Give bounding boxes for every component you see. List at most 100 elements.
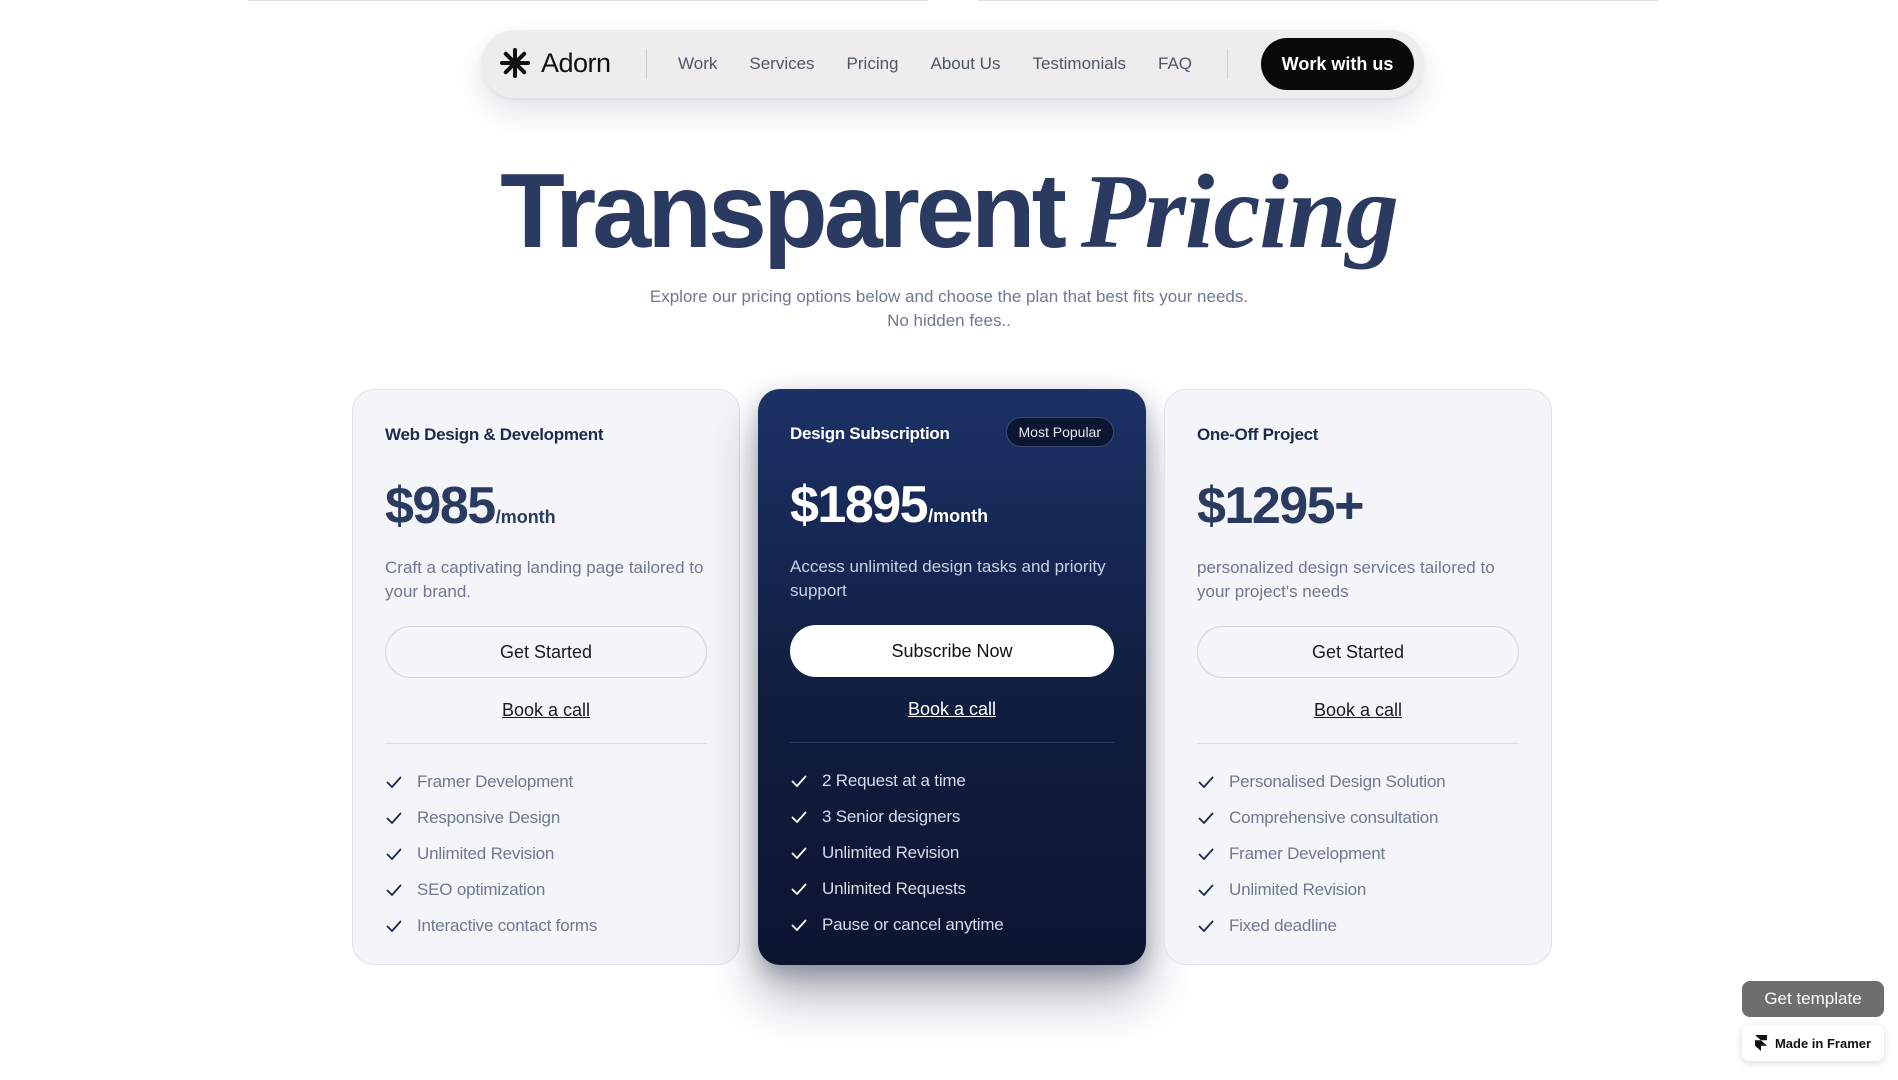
nav-link-faq[interactable]: FAQ xyxy=(1158,54,1192,74)
plan-description: Access unlimited design tasks and priori… xyxy=(790,557,1106,600)
feature-label: Fixed deadline xyxy=(1229,916,1337,935)
book-a-call-link[interactable]: Book a call xyxy=(502,700,590,720)
subtitle-line: Explore our pricing options below and ch… xyxy=(649,287,1249,306)
feature-item: Unlimited Revision xyxy=(385,836,707,872)
feature-item: Unlimited Revision xyxy=(790,835,1114,871)
check-icon xyxy=(1198,884,1214,896)
check-icon xyxy=(1198,848,1214,860)
page-title-main: Transparent xyxy=(500,152,1067,270)
nav-links: Work Services Pricing About Us Testimoni… xyxy=(678,30,1224,98)
asterisk-logo-icon xyxy=(500,48,530,78)
feature-label: Responsive Design xyxy=(417,808,561,827)
pricing-card-web-design: Web Design & Development $985 /month Cra… xyxy=(352,389,740,965)
feature-item: 3 Senior designers xyxy=(790,799,1114,835)
plan-period: /month xyxy=(495,507,556,527)
feature-item: 2 Request at a time xyxy=(790,763,1114,799)
feature-label: Framer Development xyxy=(417,772,574,791)
feature-label: Pause or cancel anytime xyxy=(822,915,1004,934)
card-divider xyxy=(790,742,1114,743)
feature-item: Comprehensive consultation xyxy=(1197,800,1519,836)
feature-label: 3 Senior designers xyxy=(822,807,961,826)
plan-title: One-Off Project xyxy=(1197,425,1319,444)
feature-item: SEO optimization xyxy=(385,872,707,908)
navbar: Adorn Work Services Pricing About Us Tes… xyxy=(481,30,1424,98)
plan-price: $985 xyxy=(385,477,496,535)
get-template-button[interactable]: Get template xyxy=(1742,981,1884,1017)
check-icon xyxy=(1198,920,1214,932)
made-in-framer-label: Made in Framer xyxy=(1774,1035,1872,1051)
nav-link-testimonials[interactable]: Testimonials xyxy=(1032,54,1126,74)
plan-period: /month xyxy=(928,506,989,526)
check-icon xyxy=(386,920,402,932)
check-icon xyxy=(1198,812,1214,824)
check-icon xyxy=(386,812,402,824)
card-divider xyxy=(1197,743,1519,744)
check-icon xyxy=(1198,776,1214,788)
feature-item: Interactive contact forms xyxy=(385,908,707,944)
feature-list: Framer Development Responsive Design Unl… xyxy=(385,764,707,944)
feature-item: Pause or cancel anytime xyxy=(790,907,1114,943)
plan-price: $1895 xyxy=(790,476,929,534)
plan-description: Craft a captivating landing page tailore… xyxy=(385,558,704,601)
feature-label: Interactive contact forms xyxy=(417,916,598,935)
feature-list: Personalised Design Solution Comprehensi… xyxy=(1197,764,1519,944)
feature-label: Unlimited Requests xyxy=(822,879,966,898)
plan-description: personalized design services tailored to… xyxy=(1197,558,1495,601)
brand-logo[interactable]: Adorn xyxy=(499,47,611,79)
most-popular-badge: Most Popular xyxy=(1005,417,1114,447)
feature-item: Framer Development xyxy=(1197,836,1519,872)
plan-price-row: $1895 /month xyxy=(790,475,1114,535)
feature-label: SEO optimization xyxy=(417,880,546,899)
nav-link-pricing[interactable]: Pricing xyxy=(847,54,899,74)
made-in-framer-badge[interactable]: Made in Framer xyxy=(1742,1025,1884,1061)
feature-label: Unlimited Revision xyxy=(417,844,555,863)
get-started-button[interactable]: Get Started xyxy=(1197,626,1519,678)
subscribe-now-button[interactable]: Subscribe Now xyxy=(790,625,1114,677)
feature-list: 2 Request at a time 3 Senior designers U… xyxy=(790,763,1114,943)
feature-label: Comprehensive consultation xyxy=(1229,808,1439,827)
brand-name: Adorn xyxy=(541,47,611,78)
check-icon xyxy=(791,919,807,931)
plan-title: Web Design & Development xyxy=(385,425,604,444)
subtitle-line: No hidden fees.. xyxy=(887,311,1011,330)
feature-item: Framer Development xyxy=(385,764,707,800)
page-subtitle: Explore our pricing options below and ch… xyxy=(0,285,1898,333)
nav-link-work[interactable]: Work xyxy=(678,54,717,74)
check-icon xyxy=(791,847,807,859)
check-icon xyxy=(791,811,807,823)
feature-label: Framer Development xyxy=(1229,844,1386,863)
feature-label: Personalised Design Solution xyxy=(1229,772,1446,791)
pricing-card-design-subscription: Design Subscription Most Popular $1895 /… xyxy=(758,389,1146,965)
pricing-card-one-off-project: One-Off Project $1295+ personalized desi… xyxy=(1164,389,1552,965)
feature-item: Responsive Design xyxy=(385,800,707,836)
feature-label: Unlimited Revision xyxy=(1229,880,1367,899)
nav-separator xyxy=(646,49,647,79)
check-icon xyxy=(791,883,807,895)
feature-item: Fixed deadline xyxy=(1197,908,1519,944)
get-started-button[interactable]: Get Started xyxy=(385,626,707,678)
feature-item: Unlimited Revision xyxy=(1197,872,1519,908)
nav-separator xyxy=(1227,49,1228,79)
feature-label: Unlimited Revision xyxy=(822,843,960,862)
check-icon xyxy=(791,775,807,787)
page-title-italic: Pricing xyxy=(1080,153,1399,270)
check-icon xyxy=(386,848,402,860)
work-with-us-button[interactable]: Work with us xyxy=(1261,38,1414,90)
plan-price-row: $985 /month xyxy=(385,476,707,536)
page-title: Transparent Pricing xyxy=(0,148,1898,275)
nav-link-services[interactable]: Services xyxy=(749,54,814,74)
card-divider xyxy=(385,743,707,744)
nav-link-about-us[interactable]: About Us xyxy=(931,54,1001,74)
top-divider-left xyxy=(248,0,928,1)
plan-price: $1295+ xyxy=(1197,477,1364,535)
plan-price-row: $1295+ xyxy=(1197,476,1519,536)
feature-item: Personalised Design Solution xyxy=(1197,764,1519,800)
book-a-call-link[interactable]: Book a call xyxy=(1314,700,1402,720)
check-icon xyxy=(386,776,402,788)
check-icon xyxy=(386,884,402,896)
book-a-call-link[interactable]: Book a call xyxy=(908,699,996,719)
top-divider-right xyxy=(978,0,1658,1)
feature-item: Unlimited Requests xyxy=(790,871,1114,907)
feature-label: 2 Request at a time xyxy=(822,771,966,790)
framer-logo-icon xyxy=(1754,1035,1767,1051)
